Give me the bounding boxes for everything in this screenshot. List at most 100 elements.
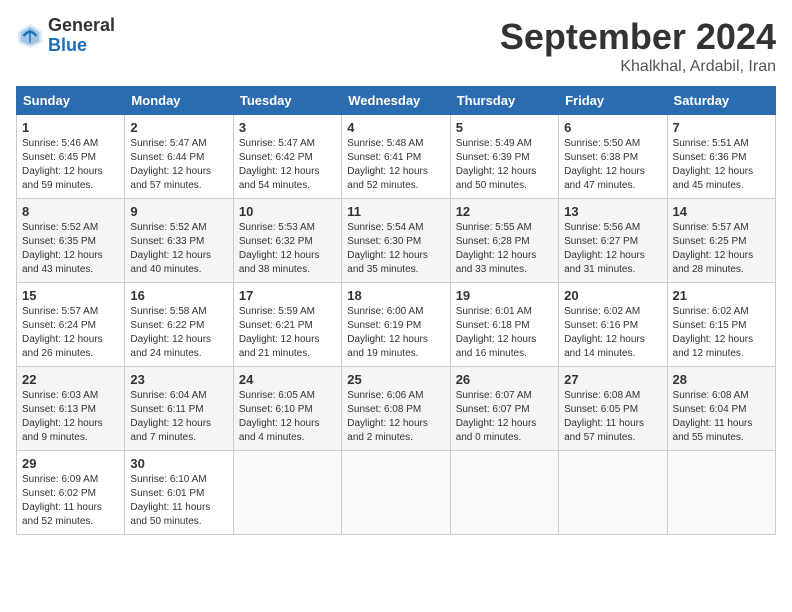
- calendar-cell: 19 Sunrise: 6:01 AMSunset: 6:18 PMDaylig…: [450, 283, 558, 367]
- day-info: Sunrise: 5:51 AMSunset: 6:36 PMDaylight:…: [673, 138, 754, 191]
- calendar-cell: 28 Sunrise: 6:08 AMSunset: 6:04 PMDaylig…: [667, 367, 775, 451]
- header-sunday: Sunday: [17, 87, 125, 115]
- day-number: 30: [130, 456, 227, 471]
- calendar-cell: 12 Sunrise: 5:55 AMSunset: 6:28 PMDaylig…: [450, 199, 558, 283]
- calendar-cell: 25 Sunrise: 6:06 AMSunset: 6:08 PMDaylig…: [342, 367, 450, 451]
- day-info: Sunrise: 5:55 AMSunset: 6:28 PMDaylight:…: [456, 222, 537, 275]
- day-info: Sunrise: 5:56 AMSunset: 6:27 PMDaylight:…: [564, 222, 645, 275]
- day-info: Sunrise: 6:02 AMSunset: 6:15 PMDaylight:…: [673, 306, 754, 359]
- calendar-cell: 3 Sunrise: 5:47 AMSunset: 6:42 PMDayligh…: [233, 115, 341, 199]
- title-area: September 2024 Khalkhal, Ardabil, Iran: [500, 16, 776, 76]
- calendar-cell: 13 Sunrise: 5:56 AMSunset: 6:27 PMDaylig…: [559, 199, 667, 283]
- calendar-cell: 24 Sunrise: 6:05 AMSunset: 6:10 PMDaylig…: [233, 367, 341, 451]
- logo-general-text: General: [48, 15, 115, 35]
- calendar-cell: 23 Sunrise: 6:04 AMSunset: 6:11 PMDaylig…: [125, 367, 233, 451]
- day-number: 29: [22, 456, 119, 471]
- month-title: September 2024: [500, 16, 776, 58]
- day-number: 13: [564, 204, 661, 219]
- day-info: Sunrise: 5:49 AMSunset: 6:39 PMDaylight:…: [456, 138, 537, 191]
- day-info: Sunrise: 5:57 AMSunset: 6:25 PMDaylight:…: [673, 222, 754, 275]
- day-info: Sunrise: 6:01 AMSunset: 6:18 PMDaylight:…: [456, 306, 537, 359]
- calendar-cell: 15 Sunrise: 5:57 AMSunset: 6:24 PMDaylig…: [17, 283, 125, 367]
- calendar-cell: 20 Sunrise: 6:02 AMSunset: 6:16 PMDaylig…: [559, 283, 667, 367]
- calendar-cell: 4 Sunrise: 5:48 AMSunset: 6:41 PMDayligh…: [342, 115, 450, 199]
- header-wednesday: Wednesday: [342, 87, 450, 115]
- day-info: Sunrise: 6:03 AMSunset: 6:13 PMDaylight:…: [22, 390, 103, 443]
- day-info: Sunrise: 5:50 AMSunset: 6:38 PMDaylight:…: [564, 138, 645, 191]
- day-info: Sunrise: 5:57 AMSunset: 6:24 PMDaylight:…: [22, 306, 103, 359]
- logo-blue-text: Blue: [48, 35, 87, 55]
- day-number: 28: [673, 372, 770, 387]
- calendar-cell: 1 Sunrise: 5:46 AMSunset: 6:45 PMDayligh…: [17, 115, 125, 199]
- day-number: 3: [239, 120, 336, 135]
- calendar-cell: 30 Sunrise: 6:10 AMSunset: 6:01 PMDaylig…: [125, 451, 233, 535]
- logo-icon: [16, 22, 44, 50]
- day-number: 4: [347, 120, 444, 135]
- logo-text: General Blue: [48, 16, 115, 56]
- calendar-cell: 21 Sunrise: 6:02 AMSunset: 6:15 PMDaylig…: [667, 283, 775, 367]
- day-number: 27: [564, 372, 661, 387]
- day-number: 26: [456, 372, 553, 387]
- day-number: 16: [130, 288, 227, 303]
- day-number: 19: [456, 288, 553, 303]
- calendar-cell: 29 Sunrise: 6:09 AMSunset: 6:02 PMDaylig…: [17, 451, 125, 535]
- calendar-week-row: 1 Sunrise: 5:46 AMSunset: 6:45 PMDayligh…: [17, 115, 776, 199]
- day-info: Sunrise: 6:00 AMSunset: 6:19 PMDaylight:…: [347, 306, 428, 359]
- day-info: Sunrise: 6:04 AMSunset: 6:11 PMDaylight:…: [130, 390, 211, 443]
- calendar-cell: [233, 451, 341, 535]
- calendar-week-row: 8 Sunrise: 5:52 AMSunset: 6:35 PMDayligh…: [17, 199, 776, 283]
- header-tuesday: Tuesday: [233, 87, 341, 115]
- day-info: Sunrise: 5:52 AMSunset: 6:35 PMDaylight:…: [22, 222, 103, 275]
- day-info: Sunrise: 5:52 AMSunset: 6:33 PMDaylight:…: [130, 222, 211, 275]
- calendar-cell: 26 Sunrise: 6:07 AMSunset: 6:07 PMDaylig…: [450, 367, 558, 451]
- calendar-header-row: Sunday Monday Tuesday Wednesday Thursday…: [17, 87, 776, 115]
- calendar-cell: 5 Sunrise: 5:49 AMSunset: 6:39 PMDayligh…: [450, 115, 558, 199]
- calendar-cell: 11 Sunrise: 5:54 AMSunset: 6:30 PMDaylig…: [342, 199, 450, 283]
- day-number: 23: [130, 372, 227, 387]
- day-number: 2: [130, 120, 227, 135]
- calendar-table: Sunday Monday Tuesday Wednesday Thursday…: [16, 86, 776, 535]
- day-info: Sunrise: 6:07 AMSunset: 6:07 PMDaylight:…: [456, 390, 537, 443]
- day-number: 5: [456, 120, 553, 135]
- day-info: Sunrise: 5:46 AMSunset: 6:45 PMDaylight:…: [22, 138, 103, 191]
- header-saturday: Saturday: [667, 87, 775, 115]
- day-info: Sunrise: 5:47 AMSunset: 6:44 PMDaylight:…: [130, 138, 211, 191]
- day-number: 11: [347, 204, 444, 219]
- day-number: 15: [22, 288, 119, 303]
- day-info: Sunrise: 5:47 AMSunset: 6:42 PMDaylight:…: [239, 138, 320, 191]
- day-info: Sunrise: 5:48 AMSunset: 6:41 PMDaylight:…: [347, 138, 428, 191]
- calendar-cell: 6 Sunrise: 5:50 AMSunset: 6:38 PMDayligh…: [559, 115, 667, 199]
- day-info: Sunrise: 6:08 AMSunset: 6:04 PMDaylight:…: [673, 390, 753, 443]
- day-number: 24: [239, 372, 336, 387]
- location-subtitle: Khalkhal, Ardabil, Iran: [500, 58, 776, 76]
- day-number: 10: [239, 204, 336, 219]
- calendar-week-row: 22 Sunrise: 6:03 AMSunset: 6:13 PMDaylig…: [17, 367, 776, 451]
- calendar-cell: 22 Sunrise: 6:03 AMSunset: 6:13 PMDaylig…: [17, 367, 125, 451]
- calendar-cell: 2 Sunrise: 5:47 AMSunset: 6:44 PMDayligh…: [125, 115, 233, 199]
- day-number: 20: [564, 288, 661, 303]
- calendar-cell: 27 Sunrise: 6:08 AMSunset: 6:05 PMDaylig…: [559, 367, 667, 451]
- day-number: 12: [456, 204, 553, 219]
- calendar-cell: 10 Sunrise: 5:53 AMSunset: 6:32 PMDaylig…: [233, 199, 341, 283]
- day-info: Sunrise: 5:58 AMSunset: 6:22 PMDaylight:…: [130, 306, 211, 359]
- calendar-week-row: 29 Sunrise: 6:09 AMSunset: 6:02 PMDaylig…: [17, 451, 776, 535]
- calendar-cell: 18 Sunrise: 6:00 AMSunset: 6:19 PMDaylig…: [342, 283, 450, 367]
- calendar-cell: [450, 451, 558, 535]
- day-number: 17: [239, 288, 336, 303]
- calendar-cell: [667, 451, 775, 535]
- logo: General Blue: [16, 16, 115, 56]
- day-number: 14: [673, 204, 770, 219]
- day-info: Sunrise: 5:59 AMSunset: 6:21 PMDaylight:…: [239, 306, 320, 359]
- day-number: 7: [673, 120, 770, 135]
- day-info: Sunrise: 6:09 AMSunset: 6:02 PMDaylight:…: [22, 474, 102, 527]
- day-info: Sunrise: 6:05 AMSunset: 6:10 PMDaylight:…: [239, 390, 320, 443]
- header-friday: Friday: [559, 87, 667, 115]
- day-number: 8: [22, 204, 119, 219]
- calendar-cell: 7 Sunrise: 5:51 AMSunset: 6:36 PMDayligh…: [667, 115, 775, 199]
- day-info: Sunrise: 6:10 AMSunset: 6:01 PMDaylight:…: [130, 474, 210, 527]
- day-number: 22: [22, 372, 119, 387]
- day-number: 25: [347, 372, 444, 387]
- calendar-week-row: 15 Sunrise: 5:57 AMSunset: 6:24 PMDaylig…: [17, 283, 776, 367]
- day-info: Sunrise: 6:08 AMSunset: 6:05 PMDaylight:…: [564, 390, 644, 443]
- calendar-cell: 17 Sunrise: 5:59 AMSunset: 6:21 PMDaylig…: [233, 283, 341, 367]
